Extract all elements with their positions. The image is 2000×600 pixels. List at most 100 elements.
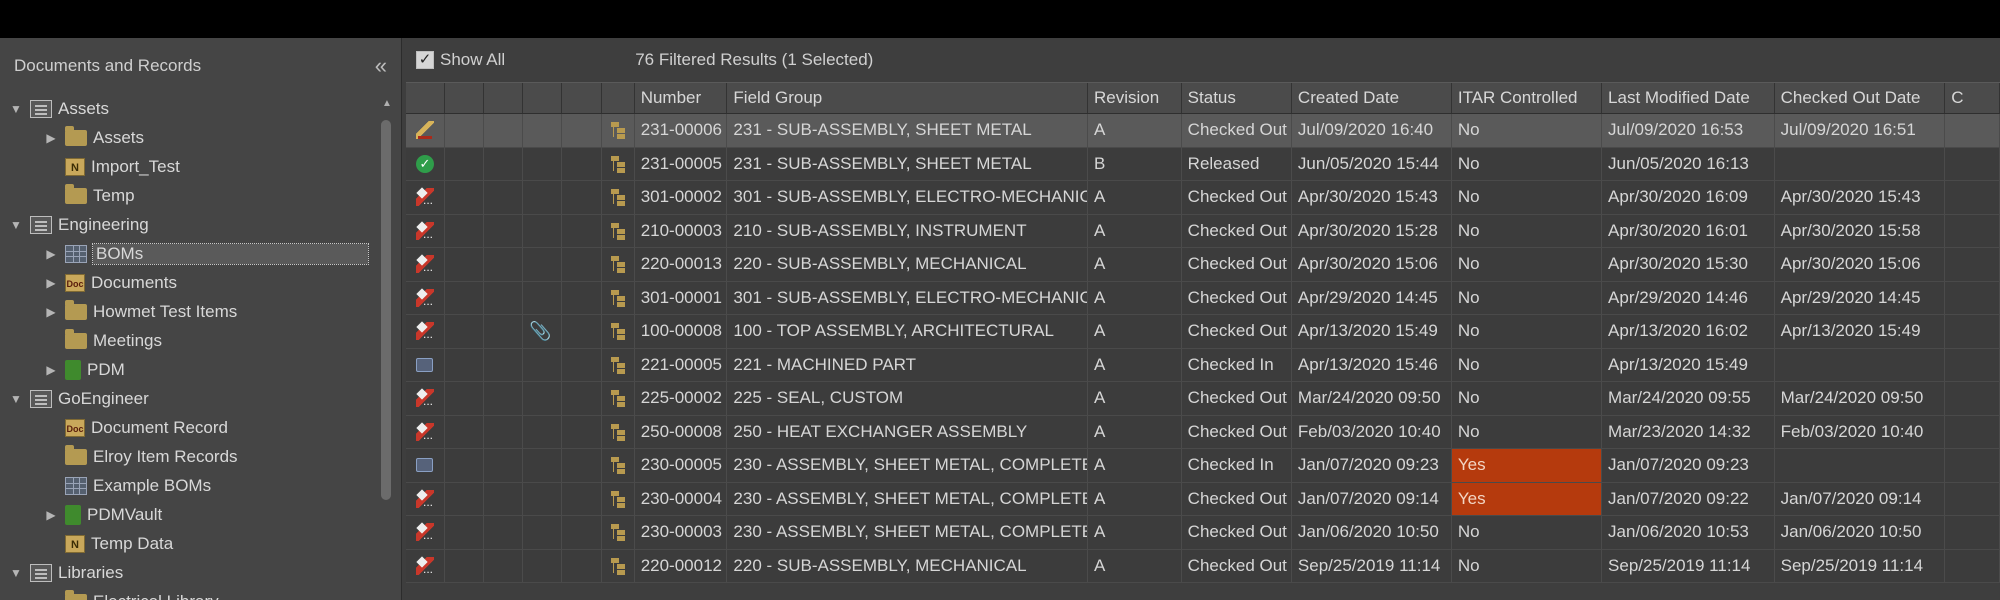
column-header-blank[interactable] xyxy=(602,83,635,113)
tree-item[interactable]: ▶ PDMVault xyxy=(0,500,370,529)
itar-cell: No xyxy=(1452,516,1603,549)
column-header[interactable]: C xyxy=(1945,83,2000,113)
expand-arrow-icon[interactable]: ▶ xyxy=(43,305,59,319)
field-group-cell: 210 - SUB-ASSEMBLY, INSTRUMENT xyxy=(727,214,1088,247)
created-date-cell: Jul/09/2020 16:40 xyxy=(1292,114,1452,147)
table-row[interactable]: 221-00005 221 - MACHINED PART A Checked In A… xyxy=(406,348,2000,382)
column-header-blank[interactable] xyxy=(406,83,445,113)
expand-arrow-icon[interactable]: ▶ xyxy=(43,276,59,290)
table-row[interactable]: 301-00001301 - SUB-ASSEMBLY, ELECTRO-MEC… xyxy=(406,281,2000,315)
flag-cell xyxy=(562,248,602,281)
expand-arrow-icon[interactable]: ▶ xyxy=(43,363,59,377)
tree-item[interactable]: ▼ GoEngineer xyxy=(0,384,370,413)
collapse-arrow-icon[interactable]: ▼ xyxy=(8,566,24,580)
table-row[interactable]: 230-00005 230 - ASSEMBLY, SHEET METAL, CO… xyxy=(406,449,2000,483)
tree-item[interactable]: Meetings xyxy=(0,326,370,355)
tree-item[interactable]: ▼ Assets xyxy=(0,94,370,123)
column-header[interactable]: Checked Out Date xyxy=(1775,83,1946,113)
structure-tree-icon[interactable] xyxy=(610,155,626,173)
column-header-blank[interactable] xyxy=(445,83,485,113)
tree-item[interactable]: Electrical Library xyxy=(0,587,370,600)
itar-cell: No xyxy=(1452,382,1603,415)
structure-tree-icon[interactable] xyxy=(610,490,626,508)
structure-tree-icon[interactable] xyxy=(610,121,626,139)
expand-arrow-icon[interactable]: ▶ xyxy=(43,508,59,522)
table-row[interactable]: 📎 100-00008100 - TOP ASSEMBLY, ARCHITECTU… xyxy=(406,315,2000,349)
released-icon: ✓ xyxy=(415,154,434,173)
show-all-checkbox[interactable]: ✓ xyxy=(416,51,434,69)
table-row[interactable]: 230-00003230 - ASSEMBLY, SHEET METAL, CO… xyxy=(406,516,2000,550)
structure-tree-icon[interactable] xyxy=(610,322,626,340)
tree-item[interactable]: Doc Document Record xyxy=(0,413,370,442)
tree-item[interactable]: N Import_Test xyxy=(0,152,370,181)
column-header-blank[interactable] xyxy=(484,83,524,113)
table-row[interactable]: 220-00012220 - SUB-ASSEMBLY, MECHANICALA… xyxy=(406,549,2000,583)
structure-tree-icon[interactable] xyxy=(610,188,626,206)
status-cell xyxy=(406,248,445,281)
structure-cell xyxy=(602,281,635,314)
column-header[interactable]: Created Date xyxy=(1292,83,1452,113)
tree-item[interactable]: Elroy Item Records xyxy=(0,442,370,471)
tree-item[interactable]: ▶ Howmet Test Items xyxy=(0,297,370,326)
table-row[interactable]: 231-00006 231 - SUB-ASSEMBLY, SHEET METAL… xyxy=(406,114,2000,148)
table-row[interactable]: 250-00008250 - HEAT EXCHANGER ASSEMBLYAC… xyxy=(406,415,2000,449)
collapse-panel-icon[interactable]: « xyxy=(375,55,387,77)
tree-item[interactable]: ▼ Libraries xyxy=(0,558,370,587)
tree-item[interactable]: N Temp Data xyxy=(0,529,370,558)
panel-title: Documents and Records xyxy=(14,56,202,75)
tree-item[interactable]: Temp xyxy=(0,181,370,210)
table-row[interactable]: 301-00002301 - SUB-ASSEMBLY, ELECTRO-MEC… xyxy=(406,181,2000,215)
collapse-arrow-icon[interactable]: ▼ xyxy=(8,102,24,116)
itar-cell: Yes xyxy=(1451,482,1603,515)
structure-tree-icon[interactable] xyxy=(610,222,626,240)
group-icon xyxy=(30,99,52,118)
extra-cell xyxy=(1945,114,2000,147)
column-header[interactable]: Revision xyxy=(1088,83,1182,113)
structure-tree-icon[interactable] xyxy=(610,456,626,474)
table-row[interactable]: 230-00004230 - ASSEMBLY, SHEET METAL, CO… xyxy=(406,482,2000,516)
itar-cell: No xyxy=(1452,348,1603,381)
n-record-icon: N xyxy=(65,157,85,176)
column-header[interactable]: Number xyxy=(635,83,728,113)
itar-cell: No xyxy=(1452,315,1603,348)
table-row[interactable]: 220-00013220 - SUB-ASSEMBLY, MECHANICALA… xyxy=(406,248,2000,282)
scroll-thumb[interactable] xyxy=(381,120,391,500)
column-header[interactable]: Status xyxy=(1182,83,1292,113)
column-header-blank[interactable] xyxy=(523,83,563,113)
structure-tree-icon[interactable] xyxy=(610,423,626,441)
column-header[interactable]: ITAR Controlled xyxy=(1452,83,1603,113)
attachment-cell xyxy=(523,348,563,381)
tree-item[interactable]: ▶ Assets xyxy=(0,123,370,152)
structure-tree-icon[interactable] xyxy=(610,389,626,407)
number-cell: 100-00008 xyxy=(635,315,728,348)
tree-item[interactable]: ▶ Doc Documents xyxy=(0,268,370,297)
column-header[interactable]: Last Modified Date xyxy=(1602,83,1775,113)
checked-out-date-cell: Jul/09/2020 16:51 xyxy=(1775,114,1946,147)
collapse-arrow-icon[interactable]: ▼ xyxy=(8,392,24,406)
tree-item[interactable]: Example BOMs xyxy=(0,471,370,500)
structure-tree-icon[interactable] xyxy=(610,523,626,541)
tree-item[interactable]: ▶ PDM xyxy=(0,355,370,384)
structure-tree-icon[interactable] xyxy=(610,289,626,307)
expand-arrow-icon[interactable]: ▶ xyxy=(43,131,59,145)
paperclip-icon[interactable]: 📎 xyxy=(529,321,551,342)
collapse-arrow-icon[interactable]: ▼ xyxy=(8,218,24,232)
structure-tree-icon[interactable] xyxy=(610,356,626,374)
structure-tree-icon[interactable] xyxy=(610,557,626,575)
expand-arrow-icon[interactable]: ▶ xyxy=(43,247,59,261)
table-row[interactable]: ✓ 231-00005 231 - SUB-ASSEMBLY, SHEET META… xyxy=(406,147,2000,181)
revision-cell: A xyxy=(1088,382,1182,415)
column-header-blank[interactable] xyxy=(562,83,602,113)
table-row[interactable]: 225-00002225 - SEAL, CUSTOMAChecked OutM… xyxy=(406,382,2000,416)
column-header[interactable]: Field Group xyxy=(727,83,1088,113)
scroll-up-icon[interactable]: ▲ xyxy=(377,98,397,109)
flag-cell xyxy=(562,214,602,247)
status-text-cell: Checked Out xyxy=(1182,549,1292,582)
show-all-label[interactable]: Show All xyxy=(440,50,505,70)
tree-item[interactable]: ▼ Engineering xyxy=(0,210,370,239)
tree-scrollbar[interactable]: ▲ xyxy=(377,98,397,598)
status-text-cell: Checked Out xyxy=(1182,516,1292,549)
table-row[interactable]: 210-00003210 - SUB-ASSEMBLY, INSTRUMENTA… xyxy=(406,214,2000,248)
tree-item[interactable]: ▶ BOMs xyxy=(0,239,370,268)
structure-tree-icon[interactable] xyxy=(610,255,626,273)
